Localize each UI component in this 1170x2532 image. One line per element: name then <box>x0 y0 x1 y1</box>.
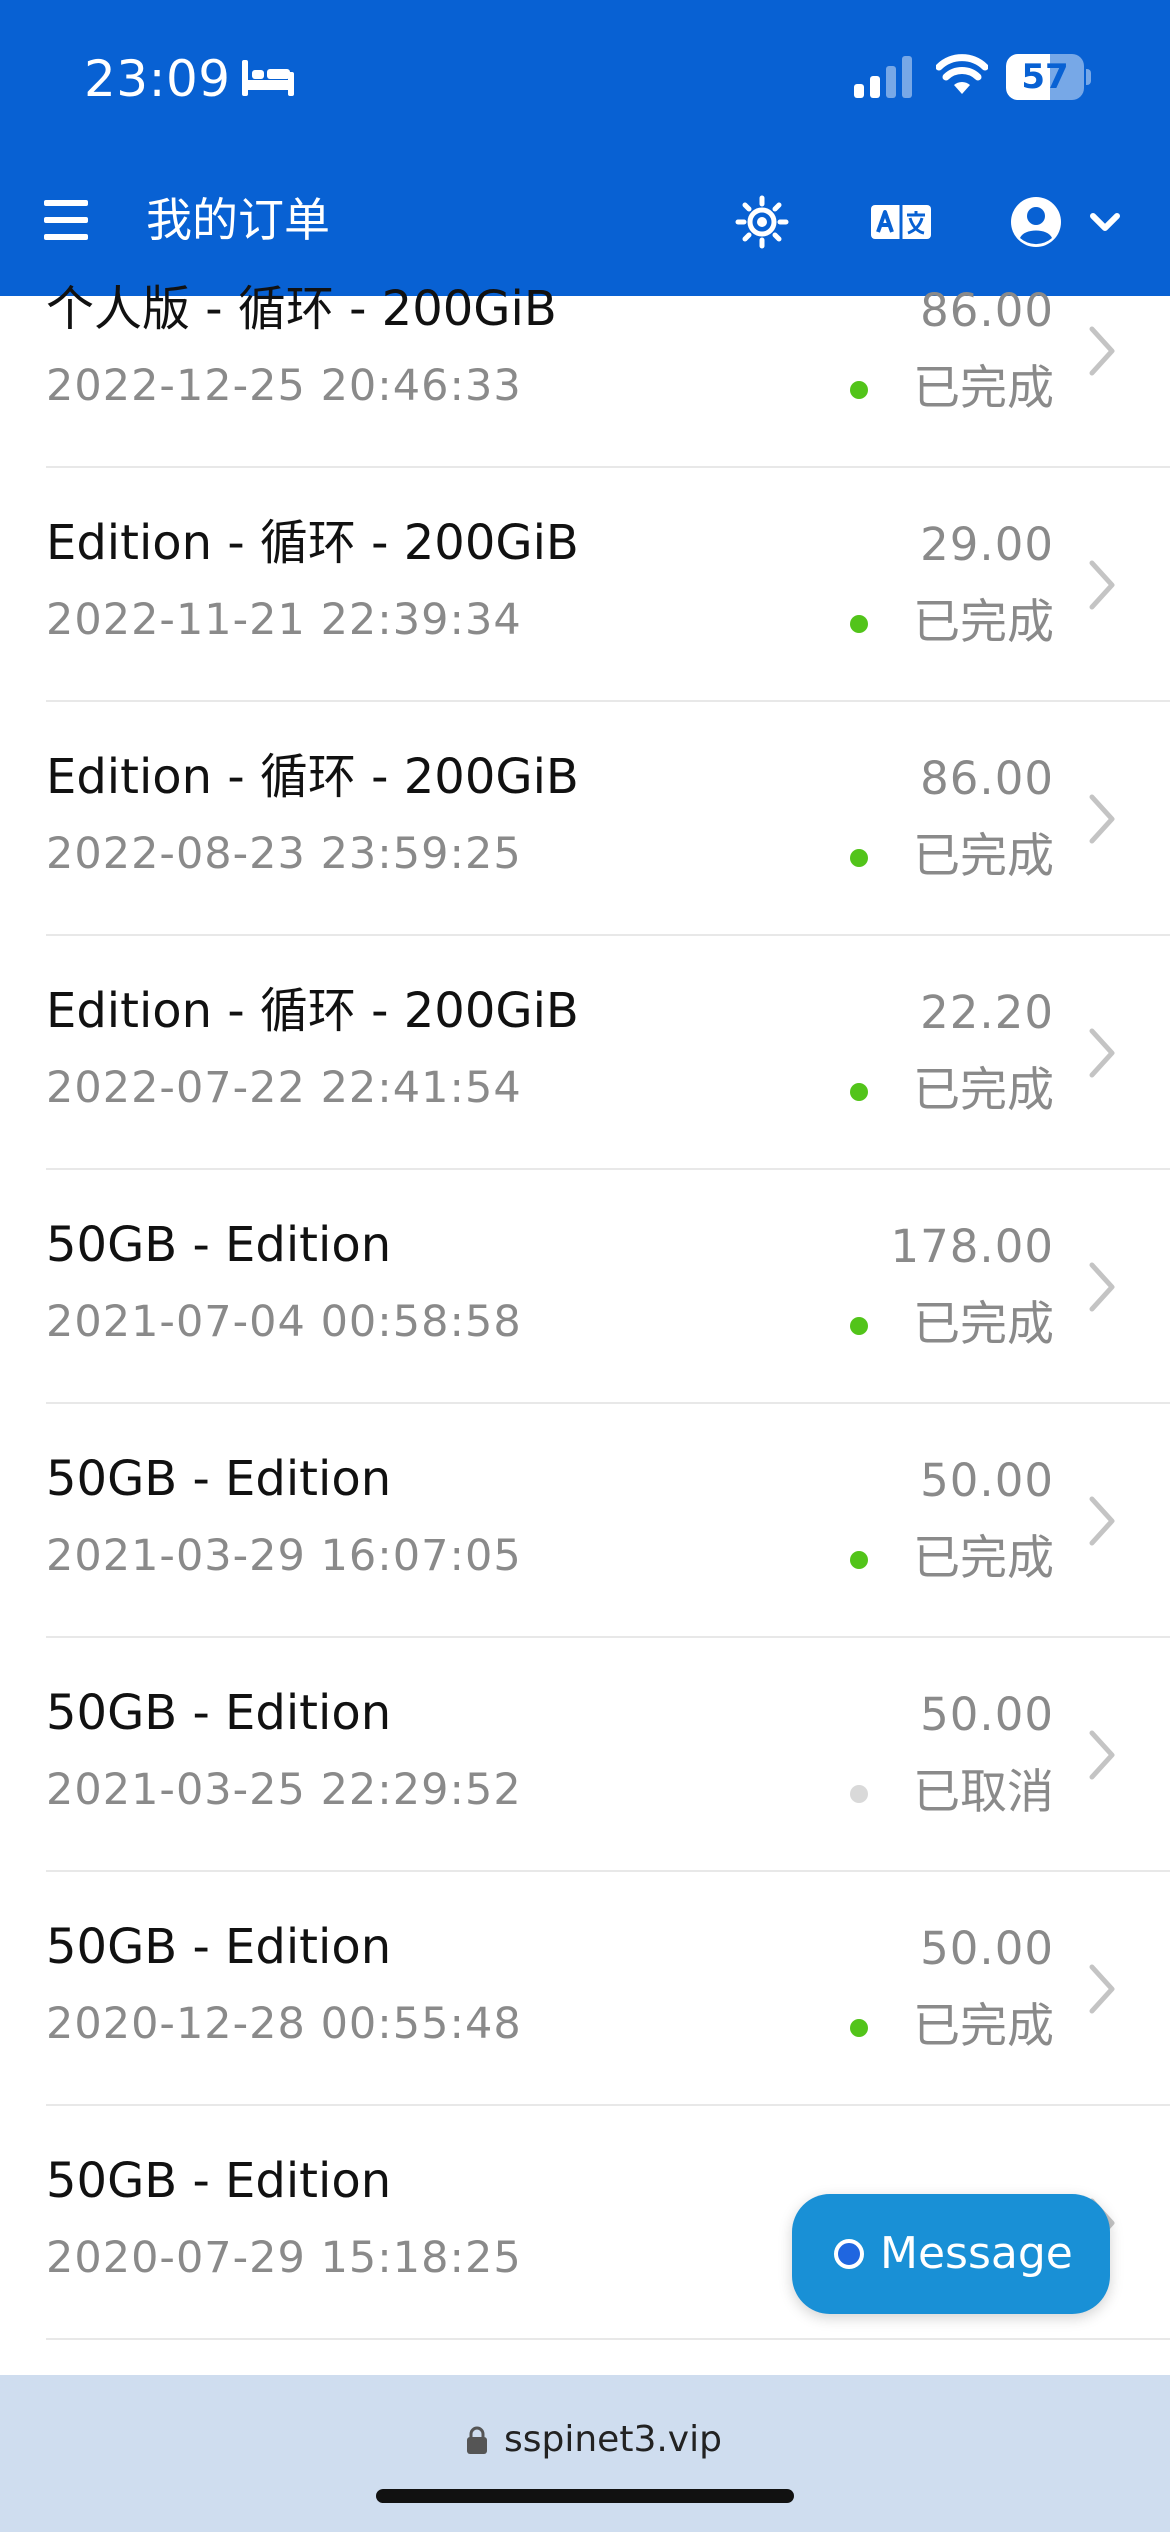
status-dot <box>850 1317 868 1335</box>
order-date: 2021-03-29 16:07:05 <box>46 1531 522 1581</box>
order-price: 86.00 <box>920 752 1054 805</box>
order-status: 已完成 <box>913 829 1054 884</box>
battery-tip <box>1086 69 1091 85</box>
battery-indicator: 57 <box>1006 54 1091 100</box>
order-date: 2021-03-25 22:29:52 <box>46 1765 522 1815</box>
chevron-right-icon <box>1089 1730 1115 1780</box>
order-row[interactable]: Edition - 循环 - 200GiB 2022-08-23 23:59:25… <box>0 702 1170 936</box>
order-date: 2021-07-04 00:58:58 <box>46 1297 522 1347</box>
order-name: 50GB - Edition <box>46 2153 392 2209</box>
chevron-right-icon <box>1089 1262 1115 1312</box>
order-name: Edition - 循环 - 200GiB <box>46 515 579 571</box>
order-row[interactable]: 50GB - Edition 2021-03-29 16:07:05 50.00 已完… <box>0 1404 1170 1638</box>
order-date: 2022-11-21 22:39:34 <box>46 595 522 645</box>
order-status: 已完成 <box>913 1999 1054 2054</box>
message-label: Message <box>880 2228 1073 2279</box>
order-date: 2022-12-25 20:46:33 <box>46 361 522 411</box>
order-price: 22.20 <box>920 986 1054 1039</box>
order-name: 50GB - Edition <box>46 1217 392 1273</box>
lock-icon <box>467 2426 487 2454</box>
chevron-right-icon <box>1089 326 1115 376</box>
url-text: sspinet3.vip <box>504 2419 722 2460</box>
status-dot <box>850 1551 868 1569</box>
status-dot <box>850 1785 868 1803</box>
order-status: 已取消 <box>913 1765 1054 1820</box>
order-price: 86.00 <box>920 284 1054 337</box>
order-row[interactable]: Edition - 循环 - 200GiB 2022-07-22 22:41:54… <box>0 936 1170 1170</box>
order-status: 已完成 <box>913 1531 1054 1586</box>
row-divider <box>46 2338 1170 2340</box>
order-status: 已完成 <box>913 595 1054 650</box>
order-name: 50GB - Edition <box>46 1451 392 1507</box>
order-row[interactable]: 50GB - Edition 2021-03-25 22:29:52 50.00 已取… <box>0 1638 1170 1872</box>
order-status: 已完成 <box>913 1297 1054 1352</box>
chevron-right-icon <box>1089 1964 1115 2014</box>
status-dot <box>850 615 868 633</box>
bed-icon <box>242 60 294 96</box>
order-status: 已完成 <box>913 361 1054 416</box>
status-dot <box>850 381 868 399</box>
status-time: 23:09 <box>84 50 231 108</box>
chevron-right-icon <box>1089 560 1115 610</box>
order-price: 50.00 <box>920 1688 1054 1741</box>
message-button[interactable]: Message <box>792 2194 1110 2314</box>
order-date: 2020-12-28 00:55:48 <box>46 1999 522 2049</box>
order-name: 50GB - Edition <box>46 1919 392 1975</box>
chevron-down-icon <box>1090 213 1120 231</box>
chevron-right-icon <box>1089 794 1115 844</box>
home-indicator[interactable] <box>376 2489 794 2503</box>
chevron-right-icon <box>1089 1028 1115 1078</box>
order-price: 29.00 <box>920 518 1054 571</box>
status-dot <box>850 849 868 867</box>
order-row[interactable]: 个人版 - 循环 - 200GiB 2022-12-25 20:46:33 86.0… <box>0 234 1170 468</box>
order-name: Edition - 循环 - 200GiB <box>46 983 579 1039</box>
battery-percent: 57 <box>1021 57 1069 97</box>
order-price: 50.00 <box>920 1922 1054 1975</box>
order-name: 50GB - Edition <box>46 1685 392 1741</box>
order-status: 已完成 <box>913 1063 1054 1118</box>
signal-icon <box>854 56 912 98</box>
order-price: 178.00 <box>890 1220 1054 1273</box>
status-dot <box>850 1083 868 1101</box>
order-row[interactable]: 50GB - Edition 2021-07-04 00:58:58 178.00 已… <box>0 1170 1170 1404</box>
order-date: 2022-08-23 23:59:25 <box>46 829 522 879</box>
order-row[interactable]: 50GB - Edition 2020-12-28 00:55:48 50.00 已完… <box>0 1872 1170 2106</box>
status-dot <box>850 2019 868 2037</box>
order-date: 2020-07-29 15:18:25 <box>46 2233 522 2283</box>
battery-body: 57 <box>1006 54 1084 100</box>
order-price: 50.00 <box>920 1454 1054 1507</box>
browser-url-bar[interactable]: sspinet3.vip <box>0 2375 1170 2532</box>
wifi-icon <box>936 54 988 94</box>
order-name: 个人版 - 循环 - 200GiB <box>46 281 557 337</box>
order-name: Edition - 循环 - 200GiB <box>46 749 579 805</box>
chevron-right-icon <box>1089 1496 1115 1546</box>
message-dot-icon <box>834 2239 864 2269</box>
order-date: 2022-07-22 22:41:54 <box>46 1063 522 1113</box>
order-row[interactable]: Edition - 循环 - 200GiB 2022-11-21 22:39:34… <box>0 468 1170 702</box>
